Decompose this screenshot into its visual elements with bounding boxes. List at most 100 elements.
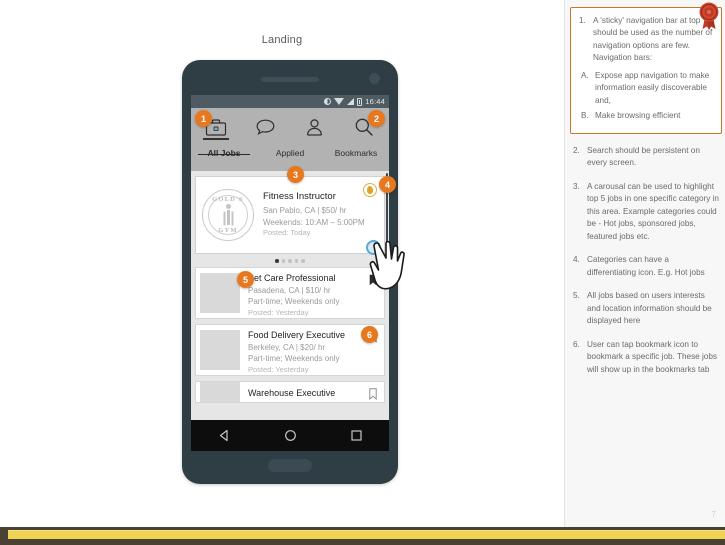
- job-thumbnail: [200, 329, 240, 370]
- job-info: Pet Care Professional Pasadena, CA | $10…: [240, 268, 384, 318]
- job-thumbnail: [200, 381, 240, 402]
- design-canvas: Landing 16:44 Applied Bookmarks GOLD'S G…: [0, 0, 564, 527]
- page-title: Landing: [261, 34, 303, 46]
- job-schedule: Part-time; Weekends only: [248, 297, 340, 307]
- annotation-item: 3. A carousal can be used to highlight t…: [570, 181, 720, 243]
- jobs-scroll-area: GOLD'S GYM Fitness Instructor San Pablo,…: [191, 171, 389, 420]
- nav-active-indicator: [202, 138, 229, 140]
- annotation-badge-3: 3: [287, 166, 304, 183]
- annotations-panel: 1. A 'sticky' navigation bar at top shou…: [564, 0, 725, 527]
- tap-ripple-indicator: [366, 240, 381, 255]
- android-navigation-bar: [191, 420, 389, 451]
- chat-bubble-icon: [256, 119, 275, 135]
- top-navigation-bar: [191, 108, 389, 146]
- award-ribbon-icon: [699, 2, 719, 30]
- bookmark-filled-icon: [369, 274, 377, 285]
- featured-job-card[interactable]: GOLD'S GYM Fitness Instructor San Pablo,…: [195, 176, 385, 254]
- job-location-pay: Pasadena, CA | $10/ hr: [248, 285, 331, 295]
- job-list-item[interactable]: Warehouse Executive: [195, 380, 385, 403]
- bookmark-button[interactable]: [369, 387, 377, 402]
- wifi-icon: [334, 98, 345, 105]
- annotation-item: 6. User can tap bookmark icon to bookmar…: [570, 339, 720, 376]
- annotation-item: A. Expose app navigation to make informa…: [576, 70, 715, 107]
- phone-viewport: 16:44 Applied Bookmarks GOLD'S GYM Fitne…: [191, 95, 389, 451]
- annotation-text: Categories can have a differentiating ic…: [587, 255, 705, 277]
- carousel-dot[interactable]: [301, 259, 305, 263]
- brightness-icon: [324, 98, 332, 105]
- nav-item-profile[interactable]: [290, 108, 340, 146]
- carousel-pagination-dots[interactable]: [195, 254, 385, 267]
- annotation-text: Expose app navigation to make informatio…: [595, 70, 710, 105]
- status-time: 16:44: [365, 96, 385, 106]
- logo-top-text: GOLD'S: [212, 196, 244, 203]
- nav-item-messages[interactable]: [241, 108, 291, 146]
- company-logo: GOLD'S GYM: [202, 189, 254, 241]
- annotation-text: A carousal can be used to highlight top …: [587, 181, 719, 241]
- annotation-badge-2: 2: [368, 110, 385, 127]
- bookmark-button[interactable]: [369, 273, 377, 291]
- tab-bookmarks[interactable]: Bookmarks: [323, 146, 389, 158]
- featured-job-location-pay: San Pablo, CA | $50/ hr: [263, 205, 347, 215]
- phone-mockup: 16:44 Applied Bookmarks GOLD'S GYM Fitne…: [182, 60, 398, 484]
- featured-job-title: Fitness Instructor: [263, 190, 336, 202]
- annotation-text: User can tap bookmark icon to bookmark a…: [587, 339, 718, 374]
- annotation-item: 4. Categories can have a differentiating…: [570, 254, 720, 279]
- annotation-item: 1. A 'sticky' navigation bar at top shou…: [576, 15, 715, 65]
- featured-job-posted: Posted: Today: [263, 228, 311, 238]
- featured-job-schedule: Weekends: 10:AM – 5:00PM: [263, 217, 365, 227]
- phone-home-button[interactable]: [268, 459, 312, 472]
- page-root: Landing 16:44 Applied Bookmarks GOLD'S G…: [0, 0, 725, 545]
- person-icon: [307, 118, 323, 136]
- carousel-dot[interactable]: [281, 259, 286, 263]
- recents-icon[interactable]: [350, 429, 363, 442]
- annotation-text: All jobs based on users interests and lo…: [587, 291, 712, 326]
- annotation-number: 3.: [573, 181, 580, 191]
- battery-icon: [357, 97, 363, 106]
- bookmark-outline-icon: [369, 387, 377, 400]
- featured-job-info: Fitness Instructor San Pablo, CA | $50/ …: [254, 191, 365, 239]
- job-title: Warehouse Executive: [248, 387, 336, 398]
- job-location-pay: Berkeley, CA | $20/ hr: [248, 342, 326, 352]
- job-list-item[interactable]: Food Delivery Executive Berkeley, CA | $…: [195, 323, 385, 376]
- job-title: Pet Care Professional: [248, 272, 336, 283]
- job-posted: Posted: Yesterday: [248, 307, 309, 317]
- tab-active-indicator: [198, 153, 250, 155]
- signal-icon: [347, 98, 355, 105]
- annotation-item: 5. All jobs based on users interests and…: [570, 290, 720, 327]
- logo-bottom-text: GYM: [218, 227, 238, 234]
- tab-all-jobs[interactable]: All Jobs: [191, 146, 257, 158]
- annotation-item: B. Make browsing efficient: [576, 110, 715, 122]
- status-bar: 16:44: [191, 95, 389, 108]
- annotation-number: 2.: [573, 146, 580, 155]
- annotation-number: 1.: [579, 16, 586, 25]
- back-icon[interactable]: [218, 429, 231, 442]
- phone-camera: [369, 73, 380, 84]
- carousel-dot[interactable]: [294, 259, 299, 263]
- annotation-number: B.: [581, 111, 589, 121]
- annotation-badge-6: 6: [361, 326, 378, 343]
- annotation-number: 4.: [573, 255, 580, 265]
- annotation-badge-5: 5: [237, 271, 254, 288]
- job-schedule: Part-time; Weekends only: [248, 354, 340, 364]
- tab-applied[interactable]: Applied: [257, 146, 323, 158]
- annotation-notes-list: 2. Search should be persistent on every …: [570, 145, 722, 387]
- flame-icon: [366, 185, 374, 195]
- annotation-badge-1: 1: [195, 110, 212, 127]
- annotation-item: 2. Search should be persistent on every …: [570, 145, 720, 170]
- carousel-dot[interactable]: [275, 259, 279, 263]
- job-info: Warehouse Executive: [240, 384, 384, 400]
- annotation-number: 6.: [573, 339, 580, 349]
- annotation-text: Search should be persistent on every scr…: [587, 146, 700, 168]
- annotation-number: 5.: [573, 291, 580, 301]
- bottom-accent-highlight: [8, 530, 725, 539]
- job-thumbnail: [200, 272, 240, 313]
- home-icon[interactable]: [284, 429, 297, 442]
- carousel-dot[interactable]: [288, 259, 292, 263]
- annotation-text: Make browsing efficient: [595, 111, 681, 121]
- job-posted: Posted: Yesterday: [248, 364, 309, 374]
- hot-jobs-category-icon: [363, 183, 377, 197]
- logo-figure-icon: [223, 204, 233, 226]
- bottom-accent-bar: [0, 527, 725, 545]
- page-number: 7: [711, 510, 716, 519]
- job-list-item[interactable]: Pet Care Professional Pasadena, CA | $10…: [195, 266, 385, 319]
